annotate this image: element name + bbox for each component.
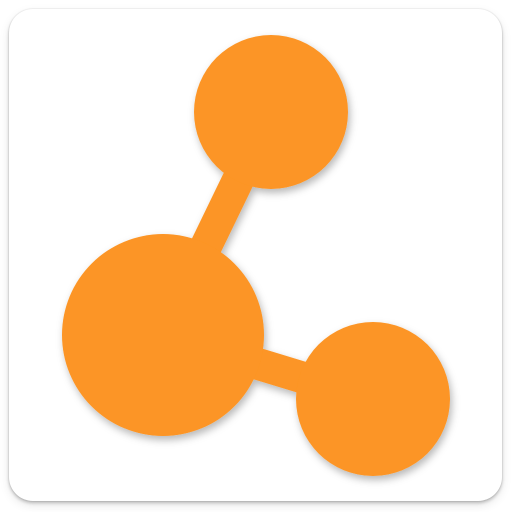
node-top bbox=[194, 35, 348, 189]
node-left bbox=[62, 234, 264, 436]
node-right bbox=[296, 322, 450, 476]
app-icon-canvas bbox=[0, 0, 512, 512]
share-nodes-icon bbox=[62, 35, 450, 476]
